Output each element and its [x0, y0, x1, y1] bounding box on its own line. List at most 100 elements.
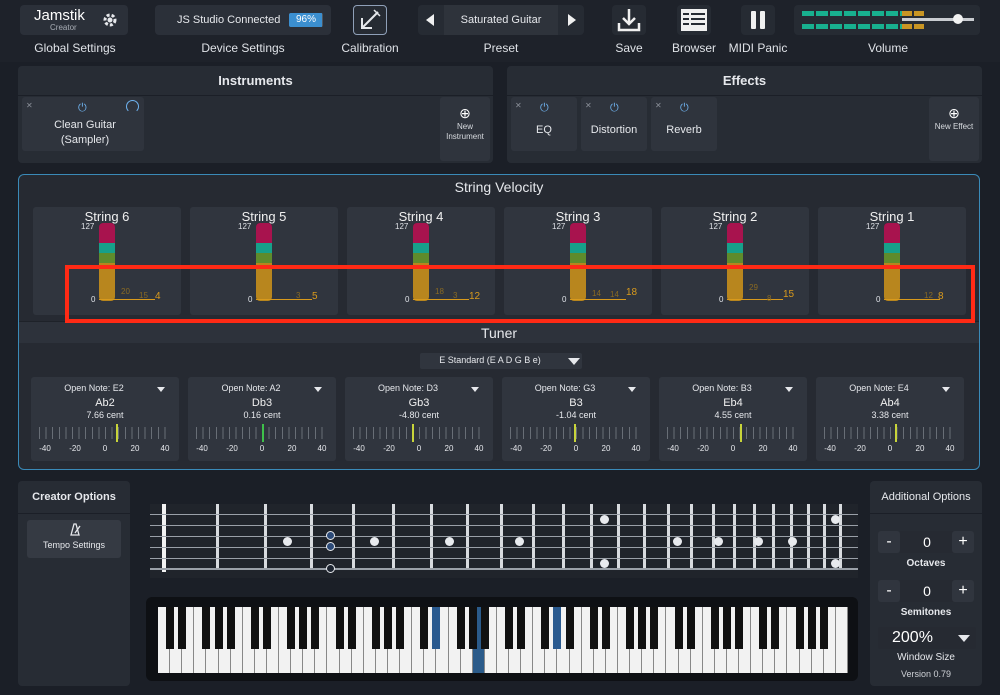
preset-display[interactable]: Saturated Guitar [444, 5, 558, 35]
open-note-select[interactable]: Open Note: E2 [31, 383, 157, 393]
octaves-value[interactable]: 0 [900, 531, 954, 553]
preset-prev-button[interactable] [418, 5, 442, 35]
piano-black-key[interactable] [541, 607, 550, 649]
piano-black-key[interactable] [226, 607, 235, 649]
piano-black-key[interactable] [250, 607, 259, 649]
save-button[interactable] [612, 5, 646, 35]
piano-black-key[interactable] [553, 607, 562, 649]
piano-black-key[interactable] [710, 607, 719, 649]
chevron-down-icon[interactable] [157, 387, 165, 392]
open-note-select[interactable]: Open Note: D3 [345, 383, 471, 393]
string-label: String 6 [84, 209, 130, 224]
open-note-select[interactable]: Open Note: B3 [659, 383, 785, 393]
effect-slot-eq[interactable]: ✕ ⏻ EQ [511, 97, 577, 151]
piano-black-key[interactable] [674, 607, 683, 649]
piano-black-key[interactable] [626, 607, 635, 649]
piano-black-key[interactable] [505, 607, 514, 649]
fret-marker [673, 537, 682, 546]
chevron-down-icon[interactable] [628, 387, 636, 392]
piano-black-key[interactable] [384, 607, 392, 649]
piano-black-key[interactable] [262, 607, 271, 649]
power-icon[interactable]: ⏻ [78, 102, 87, 115]
close-icon[interactable]: ✕ [26, 101, 33, 110]
piano-black-key[interactable] [166, 607, 175, 649]
power-icon[interactable]: ⏻ [610, 102, 619, 115]
piano-black-key[interactable] [178, 607, 187, 649]
piano-black-key[interactable] [299, 607, 308, 649]
browser-button[interactable] [677, 5, 711, 35]
chevron-down-icon[interactable] [785, 387, 793, 392]
octaves-label: Octaves [906, 558, 946, 569]
fret-marker [714, 537, 723, 546]
volume-slider-track[interactable] [902, 18, 974, 21]
piano-black-key[interactable] [771, 607, 780, 649]
piano-black-key[interactable] [722, 607, 731, 649]
semitone-decrease-button[interactable]: - [878, 580, 900, 602]
calibration-button[interactable] [353, 5, 387, 35]
open-note-select[interactable]: Open Note: G3 [502, 383, 628, 393]
tuning-value: E Standard (E A D G B e) [439, 355, 541, 365]
piano-black-key[interactable] [287, 607, 296, 649]
piano-black-key[interactable] [371, 607, 380, 649]
piano-black-key[interactable] [335, 607, 344, 649]
piano-black-key[interactable] [468, 607, 477, 649]
piano-black-key[interactable] [686, 607, 695, 649]
chevron-down-icon[interactable] [942, 387, 950, 392]
global-settings-button[interactable]: Jamstik Creator [20, 5, 128, 35]
piano-black-key[interactable] [432, 607, 441, 649]
piano-black-key[interactable] [735, 607, 744, 649]
power-icon[interactable]: ⏻ [540, 102, 549, 115]
new-effect-button[interactable]: ⊕ New Effect [929, 97, 979, 161]
piano-black-key[interactable] [638, 607, 647, 649]
octave-increase-button[interactable]: + [952, 531, 974, 553]
piano-black-key[interactable] [202, 607, 211, 649]
fret-marker [445, 537, 454, 546]
gauge-icon[interactable] [126, 100, 139, 113]
piano-black-key[interactable] [589, 607, 598, 649]
piano-black-key[interactable] [759, 607, 768, 649]
piano-black-key[interactable] [601, 607, 610, 649]
chevron-down-icon[interactable] [314, 387, 322, 392]
piano-black-key[interactable] [396, 607, 405, 649]
piano-black-key[interactable] [214, 607, 223, 649]
piano-black-key[interactable] [480, 607, 489, 649]
piano-white-key[interactable] [835, 607, 848, 673]
piano-black-key[interactable] [311, 607, 320, 649]
effect-slot-distortion[interactable]: ✕ ⏻ Distortion [581, 97, 647, 151]
piano-black-key[interactable] [807, 607, 816, 649]
close-icon[interactable]: ✕ [655, 101, 662, 110]
piano-black-key[interactable] [517, 607, 526, 649]
browser-icon [681, 9, 707, 31]
chevron-down-icon [958, 635, 970, 642]
window-size-dropdown[interactable]: 200% [878, 627, 976, 649]
open-note-select[interactable]: Open Note: E4 [816, 383, 942, 393]
power-icon[interactable]: ⏻ [680, 102, 689, 115]
tempo-settings-button[interactable]: Tempo Settings [27, 520, 121, 558]
piano-black-key[interactable] [420, 607, 429, 649]
piano-black-key[interactable] [795, 607, 804, 649]
preset-next-button[interactable] [560, 5, 584, 35]
new-instrument-button[interactable]: ⊕ New Instrument [440, 97, 490, 161]
midi-panic-button[interactable] [741, 5, 775, 35]
piano-black-key[interactable] [565, 607, 574, 649]
tuning-dropdown[interactable]: E Standard (E A D G B e) [420, 353, 582, 369]
piano-black-key[interactable] [347, 607, 356, 649]
instrument-slot[interactable]: ✕ ⏻ Clean Guitar (Sampler) [22, 97, 144, 151]
close-icon[interactable]: ✕ [515, 101, 522, 110]
chevron-down-icon[interactable] [471, 387, 479, 392]
open-note-select[interactable]: Open Note: A2 [188, 383, 314, 393]
volume-slider-thumb[interactable] [953, 14, 964, 24]
fretted-note [326, 564, 335, 573]
close-icon[interactable]: ✕ [585, 101, 592, 110]
octave-decrease-button[interactable]: - [878, 531, 900, 553]
fretboard[interactable] [150, 504, 858, 578]
semitones-value[interactable]: 0 [900, 580, 954, 602]
volume-control[interactable] [794, 5, 980, 35]
piano-black-key[interactable] [819, 607, 828, 649]
piano-keyboard[interactable] [146, 597, 858, 681]
semitone-increase-button[interactable]: + [952, 580, 974, 602]
device-settings-button[interactable]: JS Studio Connected 96% [155, 5, 331, 35]
piano-black-key[interactable] [456, 607, 465, 649]
effect-slot-reverb[interactable]: ✕ ⏻ Reverb [651, 97, 717, 151]
piano-black-key[interactable] [650, 607, 659, 649]
